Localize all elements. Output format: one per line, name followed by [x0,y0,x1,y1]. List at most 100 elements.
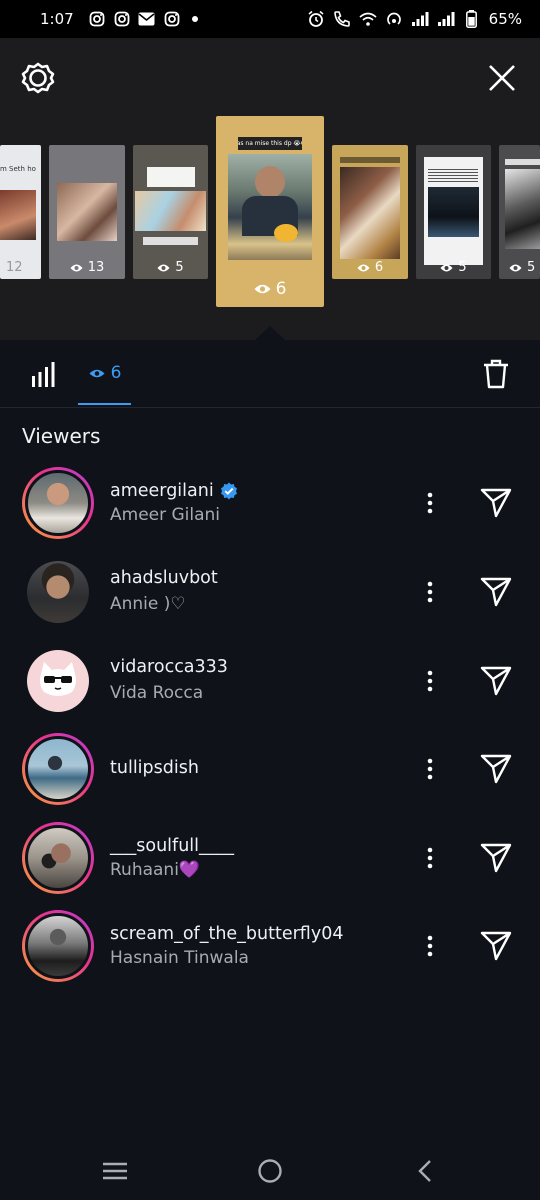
selected-story-pointer [255,326,285,340]
call-icon [333,10,351,28]
viewer-username-container[interactable]: ameergilani [110,481,238,501]
avatar [25,736,91,802]
send-message-button[interactable] [476,572,516,612]
active-tab-indicator [78,403,131,405]
home-icon [258,1159,282,1183]
avatar [25,913,91,979]
viewer-full-name: Hasnain Tinwala [110,948,249,968]
viewer-username-container[interactable]: ahadsluvbot [110,568,218,588]
send-message-button[interactable] [476,749,516,789]
viewer-full-name: Vida Rocca [110,683,204,703]
avatar-story-ring[interactable] [22,733,94,805]
more-vertical-icon [427,935,433,957]
close-button[interactable] [482,58,522,98]
avatar-story-ring[interactable] [22,822,94,894]
story-thumbnail[interactable]: m Seth ho 12 [0,145,41,279]
story-view-count: 5 [527,260,536,275]
signal-icon [437,10,455,28]
viewer-username-container[interactable]: vidarocca333 [110,657,228,677]
viewer-username[interactable]: ameergilani [110,481,214,501]
wifi-icon [359,10,377,28]
delete-story-button[interactable] [478,356,514,392]
viewer-username[interactable]: vidarocca333 [110,657,228,677]
instagram-notification-icon [163,10,181,28]
avatar[interactable] [27,561,89,623]
viewer-username[interactable]: scream_of_the_butterfly04 [110,924,343,944]
story-image [57,183,117,241]
story-thumbnail-selected[interactable]: Bas na mise this dp 😭😭 6 [216,116,324,307]
avatar-story-ring[interactable] [22,910,94,982]
more-options-button[interactable] [414,838,446,878]
story-thumbnail[interactable]: 5 [499,145,540,279]
notification-icons [88,10,198,28]
more-options-button[interactable] [414,572,446,612]
story-view-count: 5 [458,260,467,275]
viewer-row[interactable]: scream_of_the_butterfly04 Hasnain Tinwal… [0,906,540,986]
more-notifications-dot-icon [191,16,198,22]
more-vertical-icon [427,492,433,514]
story-view-count: 12 [6,260,23,275]
home-button[interactable] [252,1153,288,1189]
recent-apps-icon [103,1162,127,1180]
viewer-username-container[interactable]: ___soulfull____ [110,836,234,856]
story-tabs: 6 [0,340,540,408]
send-icon [480,754,512,784]
system-icons: 65% [307,10,522,28]
story-thumbnail[interactable]: 6 [332,145,408,279]
eye-icon [357,264,370,271]
story-view-count: 6 [374,260,384,275]
back-button[interactable] [408,1153,442,1189]
tab-viewers[interactable]: 6 [78,340,132,406]
story-caption: Bas na mise this dp 😭😭 [238,137,302,150]
viewer-row[interactable]: ___soulfull____ Ruhaani💜 [0,818,540,898]
viewer-row[interactable]: vidarocca333 Vida Rocca [0,641,540,721]
settings-button[interactable] [18,58,58,98]
more-vertical-icon [427,847,433,869]
send-message-button[interactable] [476,661,516,701]
viewer-row[interactable]: ahadsluvbot Annie )♡ [0,552,540,632]
recent-apps-button[interactable] [98,1154,132,1188]
story-view-count: 5 [175,260,184,275]
avatar[interactable] [27,650,89,712]
more-options-button[interactable] [414,749,446,789]
story-image [505,169,540,249]
viewer-username-container[interactable]: scream_of_the_butterfly04 [110,924,343,944]
viewer-username[interactable]: ___soulfull____ [110,836,234,856]
viewer-username[interactable]: tullipsdish [110,758,199,778]
avatar [25,825,91,891]
avatar [25,470,91,536]
viewer-full-name: Ameer Gilani [110,505,221,525]
story-image [0,190,36,240]
story-thumbnail[interactable]: 13 [49,145,125,279]
viewer-username-container[interactable]: tullipsdish [110,758,199,778]
send-icon [480,931,512,961]
story-image [340,167,400,259]
more-options-button[interactable] [414,661,446,701]
hotspot-icon [385,10,403,28]
viewer-row[interactable]: ameergilani Ameer Gilani [0,463,540,543]
story-thumbnail[interactable]: 5 [416,145,491,279]
tab-insights[interactable] [28,360,60,390]
mail-notification-icon [138,10,156,28]
story-image [135,191,206,231]
gear-icon [21,62,55,94]
send-message-button[interactable] [476,838,516,878]
story-thumbnail[interactable]: 5 [133,145,208,279]
more-vertical-icon [427,670,433,692]
more-options-button[interactable] [414,926,446,966]
battery-percent: 65% [488,10,522,28]
signal-icon [411,10,429,28]
send-message-button[interactable] [476,483,516,523]
story-text-sticker [147,167,195,187]
viewer-username[interactable]: ahadsluvbot [110,568,218,588]
viewers-heading: Viewers [22,424,101,448]
eye-icon [157,264,170,271]
avatar-story-ring[interactable] [22,467,94,539]
trash-icon [484,359,508,389]
eye-icon [254,284,271,294]
back-icon [418,1160,431,1182]
send-message-button[interactable] [476,926,516,966]
viewer-row[interactable]: tullipsdish [0,729,540,809]
more-options-button[interactable] [414,483,446,523]
story-viewers-screen: 1:07 65% m Seth ho 12 13 5 as na mise th… [0,0,540,1200]
